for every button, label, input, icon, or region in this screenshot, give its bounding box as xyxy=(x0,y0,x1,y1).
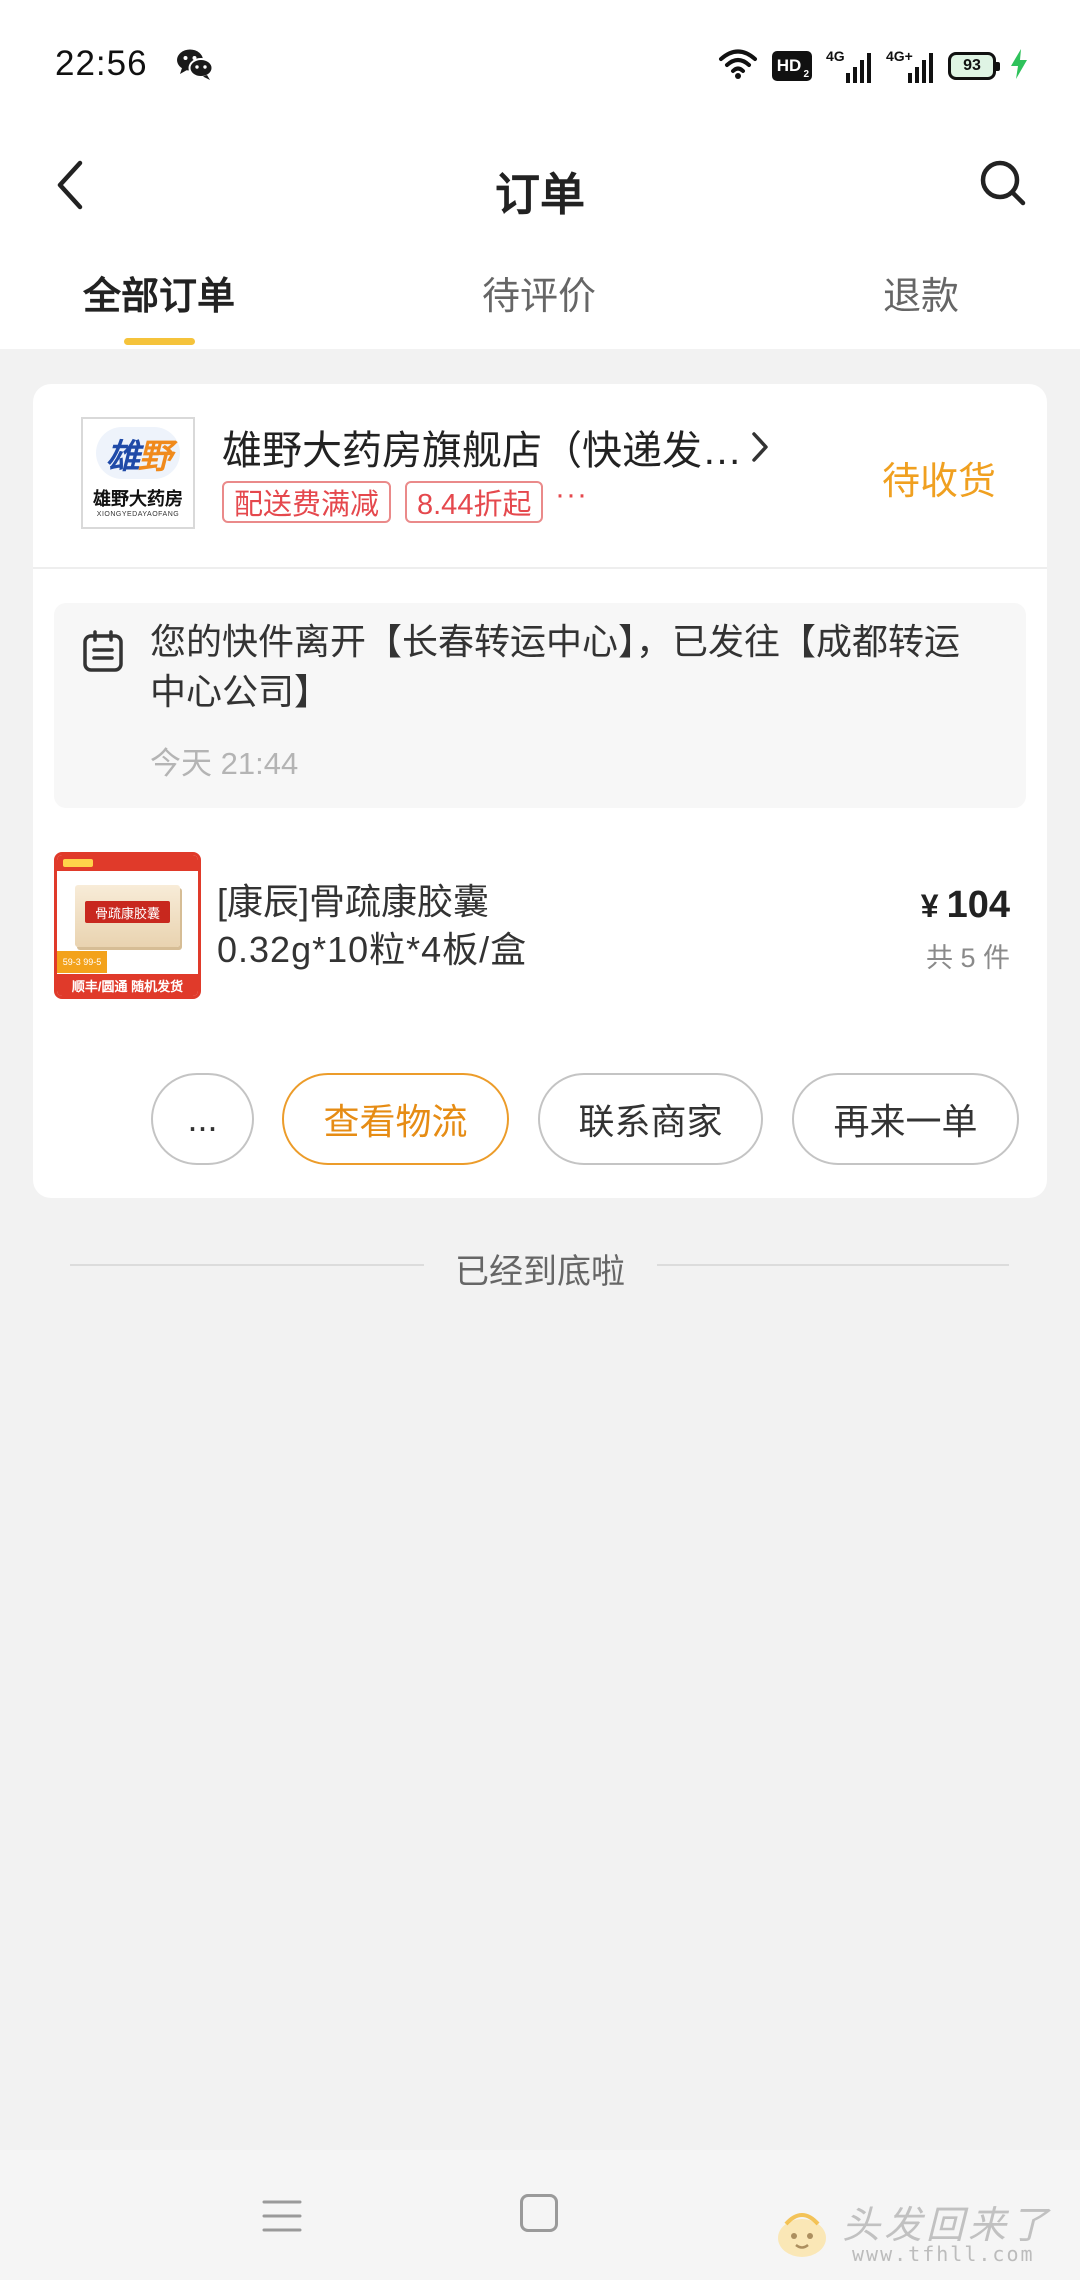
order-list-screen: 22:56 HD 2 4G 4G+ 93 订单 全部订单 待评价 退款 雄 野 … xyxy=(0,0,1080,2280)
logo-store-name: 雄野大药房 xyxy=(93,489,183,509)
promo-tag: 配送费满减 xyxy=(222,481,392,523)
logo-mark-char-2: 野 xyxy=(138,437,172,476)
promo-tag: 8.44折起 xyxy=(405,481,544,523)
watermark: 头发回来了 www.tfhll.com xyxy=(772,2190,1072,2270)
status-icons: HD 2 4G 4G+ 93 xyxy=(718,46,1028,86)
tab-refund[interactable]: 退款 xyxy=(883,265,959,320)
product-image-banner xyxy=(57,855,198,871)
list-end-text: 已经到底啦 xyxy=(455,1253,625,1291)
store-name: 雄野大药房旗舰店（快递发… xyxy=(222,429,742,473)
home-square-icon[interactable] xyxy=(520,2194,558,2232)
product-box-label: 骨疏康胶囊 xyxy=(85,901,170,923)
product-quantity: 共 5 件 xyxy=(925,943,1010,973)
product-price: ¥ 104 xyxy=(921,884,1010,927)
hd-sub-label: 2 xyxy=(803,69,809,80)
logistics-time: 今天 21:44 xyxy=(150,746,299,781)
search-button[interactable] xyxy=(974,154,1032,212)
wifi-icon xyxy=(718,47,758,86)
search-icon xyxy=(980,160,1026,206)
list-end-indicator: 已经到底啦 xyxy=(0,1240,1080,1291)
reorder-button[interactable]: 再来一单 xyxy=(792,1073,1019,1165)
watermark-name: 头发回来了 xyxy=(842,2205,1053,2247)
store-logo[interactable]: 雄野 雄野大药房 XIONGYEDAYAOFANG xyxy=(81,417,195,529)
status-time: 22:56 xyxy=(55,44,148,83)
wechat-icon xyxy=(176,48,214,82)
contact-seller-button[interactable]: 联系商家 xyxy=(538,1073,763,1165)
product-box-graphic: 骨疏康胶囊 xyxy=(75,885,180,947)
logistics-text: 您的快件离开【长春转运中心】，已发往【成都转运中心公司】 xyxy=(150,621,961,712)
logistics-summary[interactable]: 您的快件离开【长春转运中心】，已发往【成都转运中心公司】 今天 21:44 xyxy=(54,603,1026,808)
product-title[interactable]: [康辰]骨疏康胶囊 xyxy=(217,878,489,926)
charging-icon xyxy=(1010,48,1028,84)
page-title: 订单 xyxy=(494,169,585,220)
nav-header: 订单 xyxy=(0,130,1080,240)
battery-level: 93 xyxy=(963,57,981,74)
battery-icon: 93 xyxy=(948,52,1000,80)
signal-icon: 4G xyxy=(826,49,872,83)
chevron-right-icon xyxy=(752,432,768,462)
logo-pinyin: XIONGYEDAYAOFANG xyxy=(96,511,180,518)
order-card[interactable]: 雄野 雄野大药房 XIONGYEDAYAOFANG 雄野大药房旗舰店（快递发… … xyxy=(33,384,1047,1198)
divider xyxy=(657,1264,1009,1266)
divider xyxy=(33,567,1047,569)
order-status: 待收货 xyxy=(881,461,996,503)
product-image[interactable]: 骨疏康胶囊 59-3 99-5 顺丰/圆通 随机发货 xyxy=(54,852,201,999)
order-tabs: 全部订单 待评价 退款 xyxy=(0,240,1080,349)
active-tab-indicator xyxy=(124,338,195,345)
hd-voice-icon: HD 2 xyxy=(772,51,812,81)
hd-label: HD xyxy=(776,56,802,75)
menu-icon[interactable] xyxy=(262,2196,302,2236)
price-value: 104 xyxy=(946,884,1010,926)
status-bar: 22:56 HD 2 4G 4G+ 93 xyxy=(0,0,1080,130)
store-logo-mark: 雄野 xyxy=(96,427,180,479)
product-image-promo: 59-3 99-5 xyxy=(57,951,107,973)
store-name-link[interactable]: 雄野大药房旗舰店（快递发… xyxy=(222,422,770,473)
product-spec: 0.32g*10粒*4板/盒 xyxy=(217,929,528,970)
logo-mark-char-1: 雄 xyxy=(106,437,140,476)
system-nav-bar: 头发回来了 www.tfhll.com xyxy=(0,2150,1080,2280)
watermark-url: www.tfhll.com xyxy=(852,2242,1035,2266)
network-type-label: 4G xyxy=(826,48,845,64)
more-tags-indicator[interactable]: ··· xyxy=(555,478,588,512)
product-image-ribbon: 顺丰/圆通 随机发货 xyxy=(57,974,198,996)
watermark-mascot-icon xyxy=(778,2213,826,2257)
logistics-clipboard-icon xyxy=(83,630,123,672)
price-currency: ¥ xyxy=(920,888,939,924)
track-shipment-button[interactable]: 查看物流 xyxy=(282,1073,509,1165)
more-actions-button[interactable]: ... xyxy=(151,1073,254,1165)
signal-icon: 4G+ xyxy=(886,49,934,83)
